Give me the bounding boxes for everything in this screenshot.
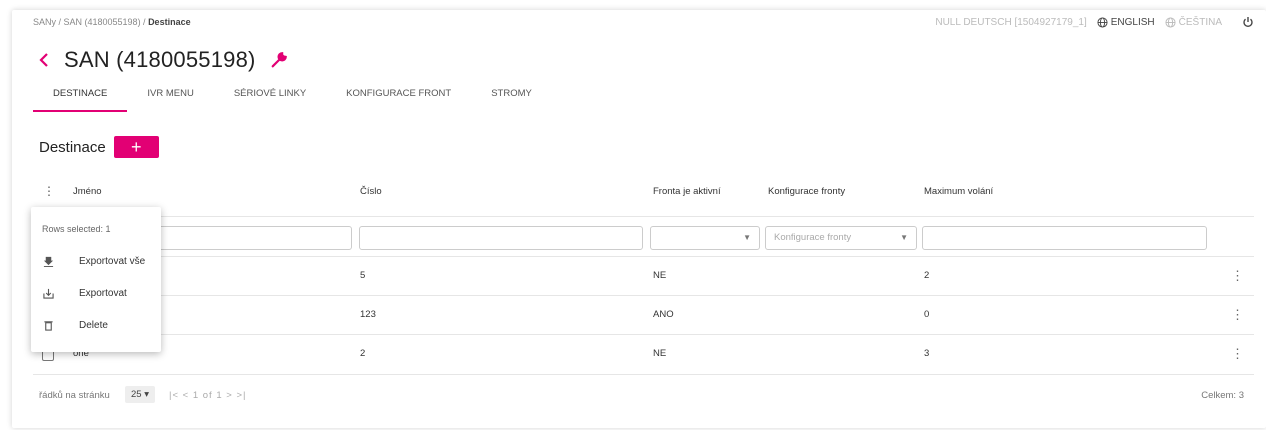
filter-queue-config-placeholder: Konfigurace fronty <box>774 232 852 243</box>
wrench-icon[interactable] <box>270 51 288 69</box>
export-tray-icon <box>43 288 54 299</box>
divider <box>33 374 1254 375</box>
chevron-down-icon: ▼ <box>743 233 751 242</box>
filter-queue-config-select[interactable]: Konfigurace fronty ▼ <box>765 226 917 250</box>
row-menu-icon[interactable]: ⋮ <box>1231 307 1244 323</box>
cell-number: 5 <box>360 270 366 281</box>
globe-icon <box>1165 16 1176 28</box>
lang-czech[interactable]: ČEŠTINA <box>1165 17 1222 28</box>
column-menu-icon[interactable]: ⋮ <box>43 184 55 198</box>
title-row: SAN (4180055198) <box>38 47 288 73</box>
menu-item-label: Delete <box>79 320 108 331</box>
download-icon <box>43 256 54 267</box>
logout-power-icon[interactable] <box>1242 16 1254 28</box>
tab-destinace[interactable]: DESTINACE <box>33 86 128 112</box>
globe-icon <box>1097 16 1108 28</box>
total-count: Celkem: 3 <box>1201 390 1244 401</box>
user-label[interactable]: NULL DEUTSCH [1504927179_1] <box>935 17 1086 28</box>
cell-queue-active: ANO <box>653 309 674 320</box>
page-title: SAN (4180055198) <box>64 47 256 72</box>
tab-konfigurace-front[interactable]: KONFIGURACE FRONT <box>326 86 471 112</box>
rows-per-page-label: řádků na stránku <box>39 390 110 401</box>
table-row[interactable]: 5 NE 2 ⋮ <box>33 257 1254 296</box>
table-footer: řádků na stránku 25 ▾ |< < 1 of 1 > >| C… <box>39 386 1244 406</box>
cell-queue-active: NE <box>653 348 667 359</box>
rows-selected-label: Rows selected: 1 <box>42 224 111 234</box>
tab-seriove-linky[interactable]: SÉRIOVÉ LINKY <box>214 86 326 112</box>
column-header-queue-active[interactable]: Fronta je aktivní <box>653 186 721 197</box>
cell-max-calls: 2 <box>924 270 930 281</box>
section-header: Destinace + <box>39 136 159 158</box>
export-menu: Rows selected: 1 Exportovat vše Exportov… <box>31 207 161 352</box>
lang-english[interactable]: ENGLISH <box>1097 17 1155 28</box>
add-destination-button[interactable]: + <box>113 136 159 158</box>
tab-bar: DESTINACE IVR MENU SÉRIOVÉ LINKY KONFIGU… <box>33 86 552 112</box>
column-header-number[interactable]: Číslo <box>360 186 382 197</box>
table-row[interactable]: one 2 NE 3 ⋮ <box>33 335 1254 374</box>
menu-item-label: Exportovat <box>79 288 127 299</box>
table-row[interactable]: 123 ANO 0 ⋮ <box>33 296 1254 335</box>
cell-number: 123 <box>360 309 376 320</box>
breadcrumb-current: Destinace <box>148 17 191 27</box>
section-title: Destinace <box>39 138 106 156</box>
column-header-max-calls[interactable]: Maximum volání <box>924 186 993 197</box>
menu-item-delete[interactable]: Delete <box>31 315 161 339</box>
rows-per-page-select[interactable]: 25 ▾ <box>125 386 155 403</box>
filter-number-input[interactable] <box>359 226 643 250</box>
cell-max-calls: 0 <box>924 309 930 320</box>
lang-czech-label: ČEŠTINA <box>1178 16 1222 28</box>
tab-stromy[interactable]: STROMY <box>471 86 552 112</box>
table-header: ⋮ Jméno Číslo Fronta je aktivní Konfigur… <box>33 182 1254 204</box>
rows-per-page-value: 25 <box>131 389 142 400</box>
menu-item-label: Exportovat vše <box>79 256 146 267</box>
breadcrumb: SANy / SAN (4180055198) / Destinace <box>33 17 191 27</box>
cell-queue-active: NE <box>653 270 667 281</box>
top-bar: NULL DEUTSCH [1504927179_1] ENGLISH ČEŠT… <box>935 16 1254 28</box>
chevron-down-icon: ▼ <box>900 233 908 242</box>
pagination[interactable]: |< < 1 of 1 > >| <box>169 390 246 401</box>
column-header-queue-config[interactable]: Konfigurace fronty <box>768 186 845 197</box>
lang-english-label: ENGLISH <box>1110 16 1155 28</box>
row-menu-icon[interactable]: ⋮ <box>1231 268 1244 284</box>
back-arrow-icon[interactable] <box>38 49 56 71</box>
column-header-name[interactable]: Jméno <box>73 186 102 197</box>
trash-icon <box>44 321 53 331</box>
tab-ivr-menu[interactable]: IVR MENU <box>127 86 213 112</box>
cell-number: 2 <box>360 348 366 359</box>
menu-item-export-all[interactable]: Exportovat vše <box>31 251 161 275</box>
menu-item-export[interactable]: Exportovat <box>31 283 161 307</box>
cell-max-calls: 3 <box>924 348 930 359</box>
breadcrumb-path[interactable]: SANy / SAN (4180055198) / <box>33 17 148 27</box>
divider <box>33 216 1254 217</box>
filter-queue-active-select[interactable]: ▼ <box>650 226 760 250</box>
row-menu-icon[interactable]: ⋮ <box>1231 346 1244 362</box>
filter-max-calls-input[interactable] <box>922 226 1207 250</box>
